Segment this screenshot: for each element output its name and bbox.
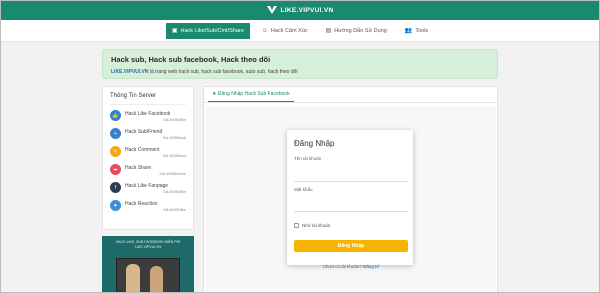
screenshot-frame (0, 0, 600, 293)
